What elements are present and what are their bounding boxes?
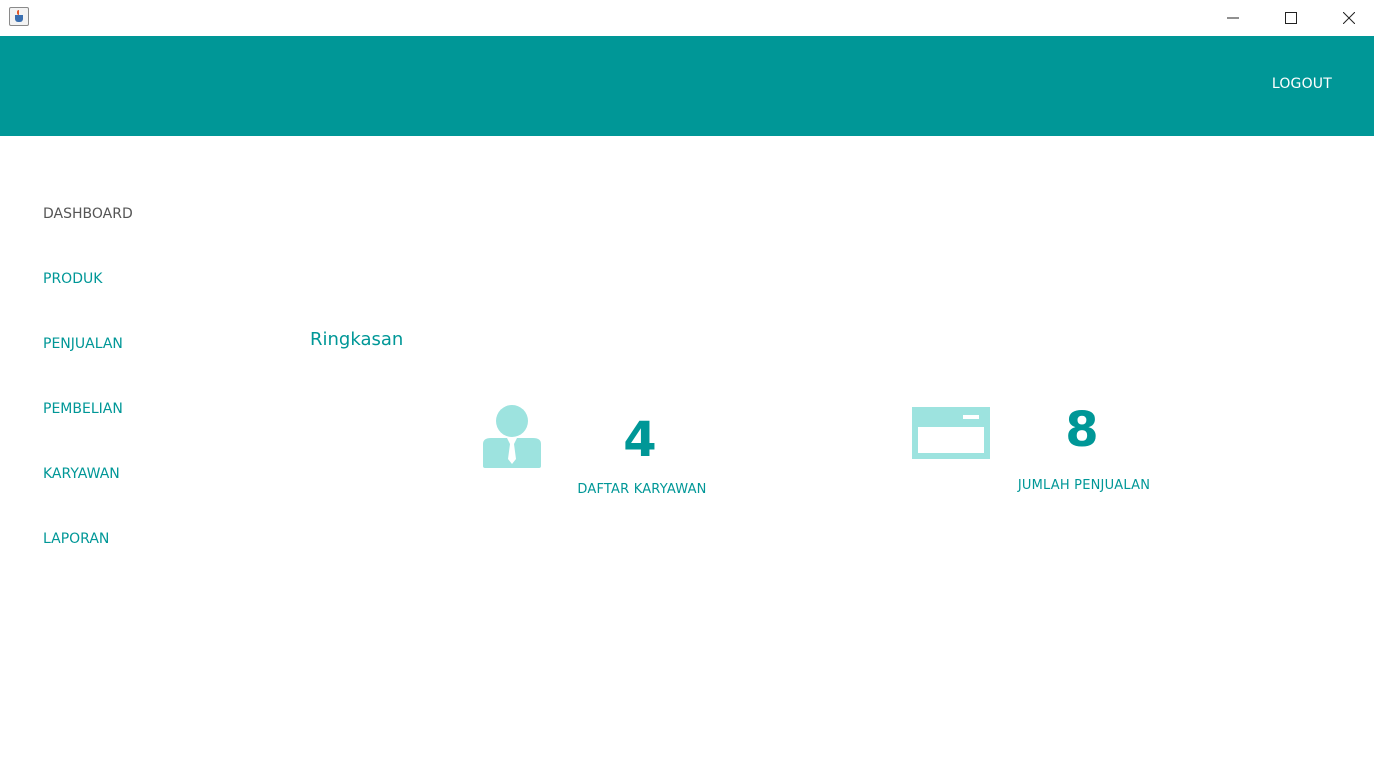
sidebar-item-dashboard[interactable]: DASHBOARD (43, 206, 133, 222)
close-button[interactable] (1320, 0, 1374, 36)
sales-count-label: JUMLAH PENJUALAN (1017, 478, 1151, 493)
maximize-icon (1285, 12, 1297, 24)
java-app-icon (9, 7, 29, 26)
employee-count: 4 (623, 412, 657, 468)
sidebar-item-pembelian[interactable]: PEMBELIAN (43, 401, 123, 417)
employee-icon (481, 404, 543, 474)
sidebar-item-penjualan[interactable]: PENJUALAN (43, 336, 123, 352)
sidebar-item-karyawan[interactable]: KARYAWAN (43, 466, 120, 482)
minimize-button[interactable] (1204, 0, 1262, 36)
card-icon (912, 407, 990, 463)
maximize-button[interactable] (1262, 0, 1320, 36)
section-title: Ringkasan (310, 329, 404, 350)
sales-count: 8 (1065, 402, 1099, 458)
logout-button[interactable]: LOGOUT (1272, 76, 1332, 92)
window-titlebar (0, 0, 1374, 36)
close-icon (1343, 12, 1355, 24)
sidebar-item-laporan[interactable]: LAPORAN (43, 531, 109, 547)
header-bar: LOGOUT (0, 36, 1374, 136)
sidebar-item-produk[interactable]: PRODUK (43, 271, 102, 287)
employee-count-label: DAFTAR KARYAWAN (577, 482, 707, 497)
minimize-icon (1227, 17, 1239, 19)
